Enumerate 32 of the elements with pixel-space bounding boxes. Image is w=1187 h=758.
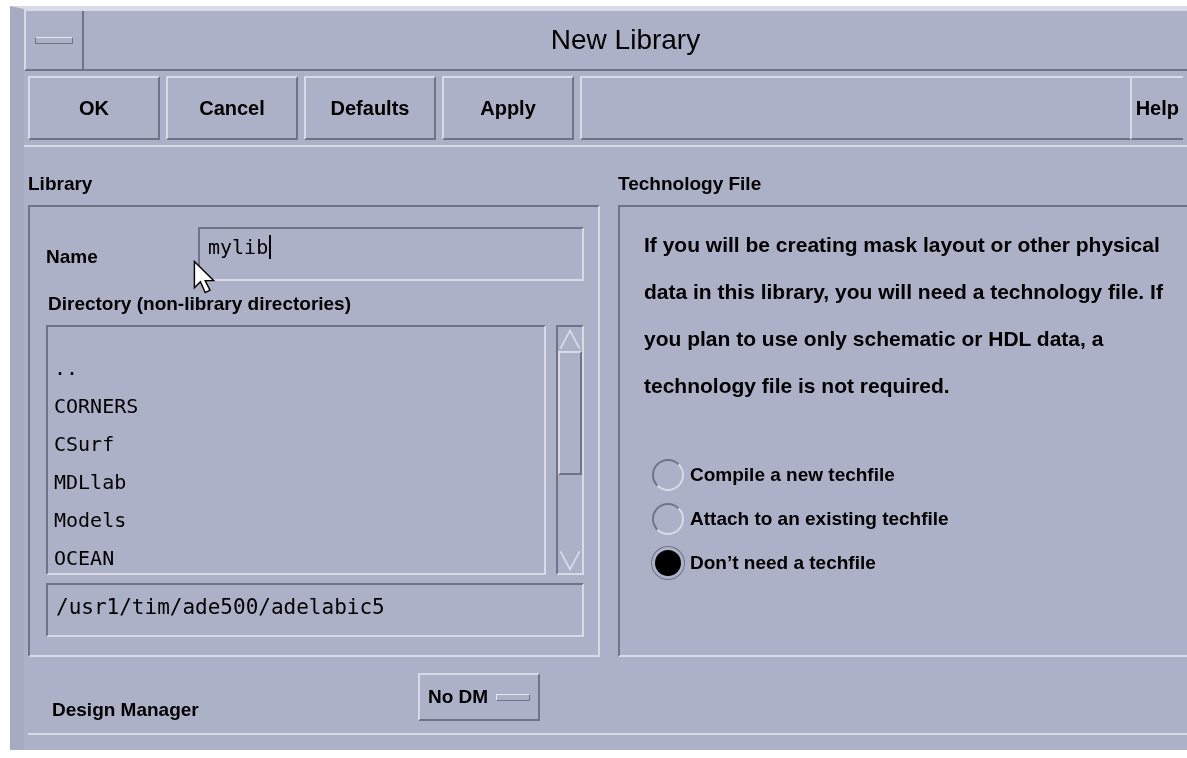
directory-list[interactable]: .. CORNERS CSurf MDLlab Models OCEAN	[46, 325, 546, 575]
radio-button[interactable]	[652, 547, 684, 579]
option-label[interactable]: Compile a new techfile	[690, 464, 895, 486]
section-heading: Library	[28, 172, 94, 196]
directory-item[interactable]: Models	[54, 501, 538, 539]
dialog-button[interactable]: Cancel	[166, 76, 298, 140]
directory-item[interactable]: CSurf	[54, 425, 538, 463]
dialog-button[interactable]: OK	[28, 76, 160, 140]
directory-item[interactable]: ..	[54, 349, 538, 387]
directory-item[interactable]: CORNERS	[54, 387, 538, 425]
window-title: New Library	[549, 23, 702, 57]
option-menu-icon	[496, 693, 531, 701]
scroll-thumb[interactable]	[558, 351, 582, 475]
option-label[interactable]: Attach to an existing techfile	[690, 508, 949, 530]
help-button[interactable]: Help	[1129, 76, 1183, 140]
option-label[interactable]: Don’t need a techfile	[690, 552, 876, 574]
radio-button[interactable]	[652, 503, 684, 535]
section-heading: Technology File	[618, 172, 763, 196]
scrollbar[interactable]	[556, 325, 584, 575]
description-text: If you will be creating mask layout or other physical data in this library, you will need a technology file. If you plan to use only schematic or HDL data, a technology file is not required.	[644, 232, 1164, 399]
directory-item[interactable]: MDLlab	[54, 463, 538, 501]
mouse-pointer-icon	[192, 259, 216, 295]
path-field[interactable]: /usr1/tim/ade500/adelabic5	[46, 583, 584, 637]
directory-item[interactable]: OCEAN	[54, 539, 538, 577]
design-manager-dropdown[interactable]: No DM	[418, 673, 541, 721]
dialog-button[interactable]: Apply	[442, 76, 574, 140]
dialog-button[interactable]: Defaults	[304, 76, 436, 140]
name-field[interactable]: mylib	[198, 227, 584, 281]
name-label: Name	[46, 246, 99, 268]
directory-label: Directory (non-library directories)	[48, 293, 353, 315]
radio-button[interactable]	[652, 459, 684, 491]
design-manager-label: Design Manager	[52, 699, 200, 721]
